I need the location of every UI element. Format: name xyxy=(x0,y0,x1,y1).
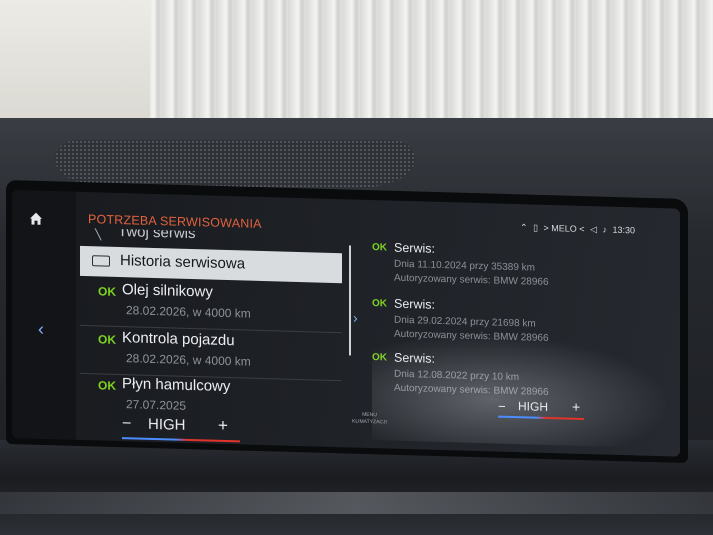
chevron-right-icon[interactable]: › xyxy=(353,310,358,326)
climate-menu-button[interactable]: MENU KLIMATYZACJI xyxy=(352,411,387,426)
photo: ‹ POTRZEBA SERWISOWANIA ⌃ ▯ > MELO < ◁ ♪… xyxy=(0,0,713,535)
menu-label-sub: KLIMATYZACJI xyxy=(352,418,387,426)
left-nav-strip: ‹ xyxy=(12,190,76,440)
speaker-grille xyxy=(55,140,415,188)
volume-icon: ◁ xyxy=(590,224,597,235)
entry-date: Dnia 12.08.2022 przy 10 km xyxy=(394,368,520,384)
climate-control-left: − HIGH + xyxy=(122,415,242,443)
connection-icon: ⌃ xyxy=(520,222,528,233)
entry-date: Dnia 11.10.2024 przy 35389 km xyxy=(394,258,536,274)
clock: 13:30 xyxy=(612,224,636,236)
item-name: Kontrola pojazdu xyxy=(122,329,235,350)
scrollbar[interactable] xyxy=(349,245,351,356)
car-service-icon xyxy=(92,255,110,267)
trim-band xyxy=(0,492,713,514)
phone-icon: ▯ xyxy=(533,222,539,233)
fan-decrease-button[interactable]: − xyxy=(122,415,131,433)
status-badge: OK xyxy=(372,242,387,254)
item-name: Płyn hamulcowy xyxy=(122,375,231,396)
chevron-left-icon[interactable]: ‹ xyxy=(38,319,44,340)
fan-increase-button[interactable]: + xyxy=(218,416,228,436)
entry-dealer: Autoryzowany serwis: BMW 28966 xyxy=(394,328,549,344)
entry-title: Serwis: xyxy=(394,240,435,256)
status-badge: OK xyxy=(372,298,387,310)
item-detail: 28.02.2026, w 4000 km xyxy=(126,351,251,369)
list-item-label: Historia serwisowa xyxy=(120,252,246,273)
service-entry: OK Serwis: Dnia 29.02.2024 przy 21698 km… xyxy=(372,296,662,344)
home-icon[interactable] xyxy=(28,210,44,226)
fan-level: HIGH xyxy=(148,415,186,434)
fan-decrease-button[interactable]: − xyxy=(498,399,506,414)
service-entry: OK Serwis: Dnia 11.10.2024 przy 35389 km… xyxy=(372,240,662,288)
media-source: > MELO < xyxy=(543,222,585,234)
list-item-label: Twój serwis xyxy=(118,227,196,243)
status-badge: OK xyxy=(98,332,116,347)
list-item-brake-fluid[interactable]: OK Płyn hamulcowy 27.07.2025 xyxy=(80,373,342,416)
item-name: Olej silnikowy xyxy=(122,281,213,301)
entry-date: Dnia 29.02.2024 przy 21698 km xyxy=(394,314,536,330)
status-badge: OK xyxy=(98,284,116,299)
infotainment-screen: ‹ POTRZEBA SERWISOWANIA ⌃ ▯ > MELO < ◁ ♪… xyxy=(12,190,680,457)
temperature-bar xyxy=(498,415,584,420)
wrench-icon: ╲ xyxy=(94,227,102,241)
fan-increase-button[interactable]: + xyxy=(572,399,580,415)
list-item-vehicle-check[interactable]: OK Kontrola pojazdu 28.02.2026, w 4000 k… xyxy=(80,327,342,382)
entry-dealer: Autoryzowany serwis: BMW 28966 xyxy=(394,272,549,288)
entry-title: Serwis: xyxy=(394,296,435,312)
service-entry: OK Serwis: Dnia 12.08.2022 przy 10 km Au… xyxy=(372,350,662,398)
item-detail: 28.02.2026, w 4000 km xyxy=(126,303,251,321)
status-bar: ⌃ ▯ > MELO < ◁ ♪ 13:30 xyxy=(520,222,638,236)
service-menu-list: ╲ Twój serwis Historia serwisowa OK Olej… xyxy=(80,227,342,416)
temperature-bar xyxy=(122,437,240,443)
item-detail: 27.07.2025 xyxy=(126,397,187,413)
climate-control-right: − HIGH + xyxy=(498,399,588,422)
mic-icon: ♪ xyxy=(602,224,608,235)
service-history-panel: OK Serwis: Dnia 11.10.2024 przy 35389 km… xyxy=(372,240,672,398)
status-badge: OK xyxy=(98,378,116,393)
fan-level: HIGH xyxy=(518,399,548,414)
entry-dealer: Autoryzowany serwis: BMW 28966 xyxy=(394,382,549,398)
list-item-engine-oil[interactable]: OK Olej silnikowy 28.02.2026, w 4000 km xyxy=(80,279,342,334)
status-badge: OK xyxy=(372,352,387,364)
list-item-service-history[interactable]: Historia serwisowa xyxy=(80,245,342,284)
entry-title: Serwis: xyxy=(394,350,435,366)
